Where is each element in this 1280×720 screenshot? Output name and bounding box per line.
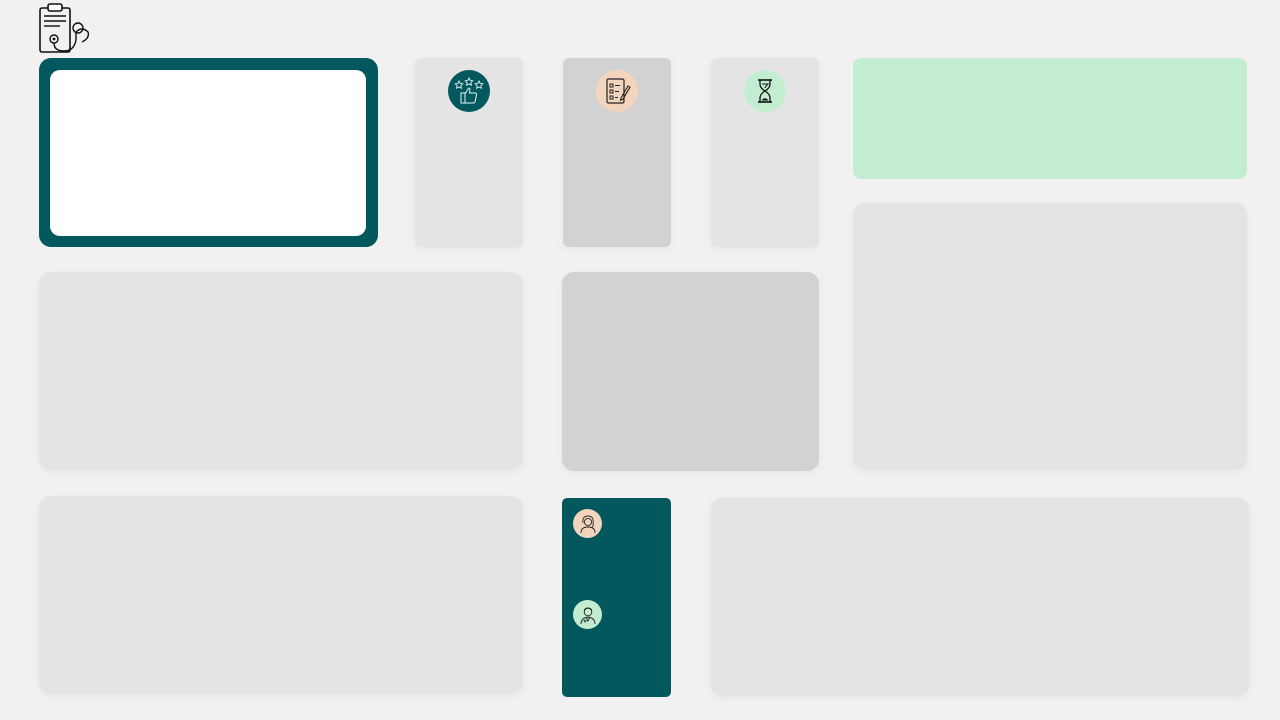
doctor-avatar[interactable]: [573, 600, 602, 629]
stat-card-tasks[interactable]: [563, 58, 671, 247]
people-panel: [562, 498, 671, 697]
featured-panel: [39, 58, 378, 247]
checklist-pencil-icon: [606, 78, 631, 104]
highlight-banner: [853, 58, 1247, 179]
app-logo[interactable]: [38, 2, 92, 54]
details-panel: [711, 498, 1249, 696]
activity-panel: [39, 496, 523, 694]
patient-avatar[interactable]: [573, 509, 602, 538]
side-panel: [853, 203, 1247, 470]
hourglass-icon: [758, 79, 772, 103]
stat-icon-badge: [744, 70, 786, 112]
female-patient-avatar-icon: [580, 515, 595, 533]
clipboard-stethoscope-icon: [39, 3, 90, 53]
stat-card-pending[interactable]: [711, 58, 819, 247]
stat-icon-badge: [448, 70, 490, 112]
overview-panel: [39, 272, 523, 470]
thumbs-up-stars-icon: [454, 76, 484, 104]
stat-icon-badge: [596, 70, 638, 112]
stat-card-ratings[interactable]: [415, 58, 523, 247]
male-doctor-avatar-icon: [580, 607, 595, 624]
summary-panel: [562, 272, 819, 471]
featured-panel-content: [50, 70, 366, 236]
